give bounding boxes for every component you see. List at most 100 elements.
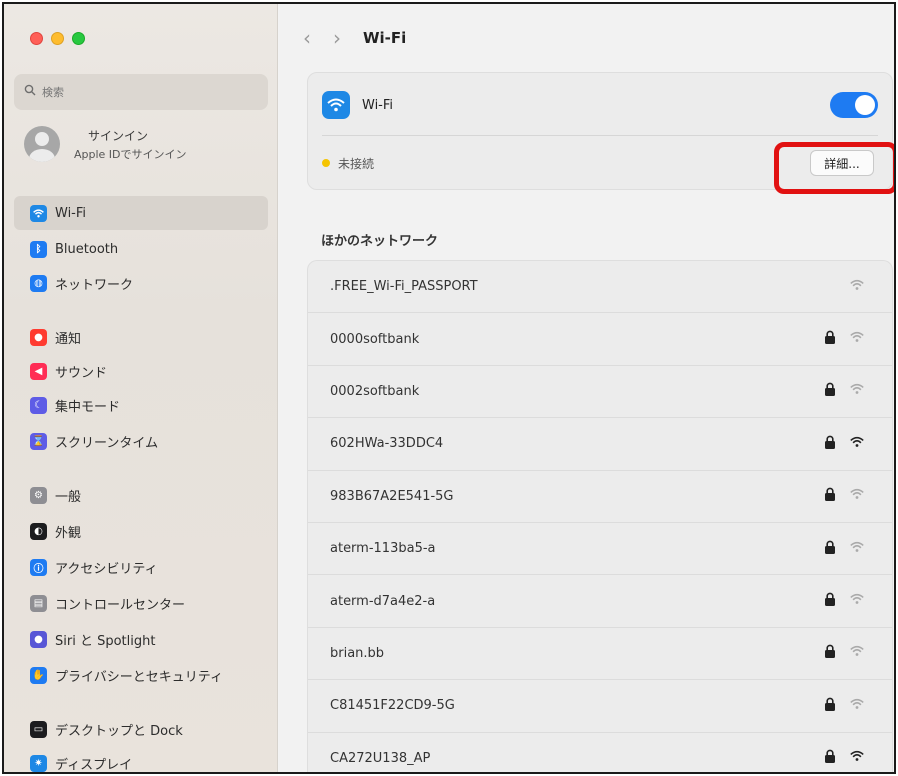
sidebar-item-label: ネットワーク	[55, 277, 134, 293]
lock-icon	[824, 435, 850, 453]
wifi-signal-icon	[850, 645, 864, 661]
sidebar-item[interactable]: ◐ 外観	[14, 514, 268, 548]
wifi-icon	[322, 91, 350, 119]
siri-icon: ●	[30, 630, 47, 648]
sidebar-item-label: Siri と Spotlight	[55, 633, 156, 649]
lock-icon	[824, 487, 850, 505]
avatar	[24, 126, 60, 162]
lock-icon	[824, 644, 850, 662]
moon-icon: ☾	[30, 396, 47, 414]
accessibility-icon: ⓘ	[30, 558, 47, 576]
sidebar-item-label: ディスプレイ	[55, 757, 133, 773]
network-row[interactable]: 0002softbank	[308, 366, 892, 419]
forward-button[interactable]: ›	[333, 26, 341, 50]
network-name: 602HWa-33DDC4	[330, 436, 444, 452]
network-row[interactable]: aterm-113ba5-a	[308, 523, 892, 576]
dock-icon: ▭	[30, 720, 47, 738]
network-name: brian.bb	[330, 645, 385, 661]
bell-icon: ●	[30, 328, 47, 346]
status-dot	[322, 159, 330, 167]
sidebar-item[interactable]: ◍ ネットワーク	[14, 266, 268, 300]
lock-icon	[824, 697, 850, 715]
network-name: 983B67A2E541-5G	[330, 488, 454, 504]
wifi-toggle-row: Wi-Fi	[322, 87, 878, 123]
sidebar-item-label: プライバシーとセキュリティ	[55, 669, 223, 685]
wifi-toggle[interactable]	[830, 92, 878, 118]
sidebar-item[interactable]: ⓘ アクセシビリティ	[14, 550, 268, 584]
sidebar-item-label: 集中モード	[55, 399, 121, 415]
details-button[interactable]: 詳細...	[810, 150, 874, 176]
network-name: 0000softbank	[330, 331, 420, 347]
apple-id-signin[interactable]: サインイン Apple IDでサインイン	[24, 126, 187, 162]
sidebar-item[interactable]: ▤ コントロールセンター	[14, 586, 268, 620]
network-row[interactable]: .FREE_Wi-Fi_PASSPORT	[308, 261, 892, 314]
wifi-icon	[30, 204, 47, 222]
network-row[interactable]: aterm-d7a4e2-a	[308, 575, 892, 628]
main-pane: ‹ › Wi-Fi Wi-Fi 未接続 詳細... ほかのネットワーク .FRE…	[279, 4, 894, 772]
connection-status-row: 未接続 詳細...	[322, 149, 878, 177]
lock-icon	[824, 592, 850, 610]
lock-icon	[824, 330, 850, 348]
hand-icon: ✋	[30, 666, 47, 684]
sun-icon: ✷	[30, 754, 47, 772]
settings-window: サインイン Apple IDでサインイン Wi-Fi ᛒ Bluetooth ◍ ネット…	[2, 2, 896, 774]
close-window-button[interactable]	[30, 32, 43, 45]
network-row[interactable]: C81451F22CD9-5G	[308, 680, 892, 733]
signin-subtitle: Apple IDでサインイン	[74, 147, 187, 161]
minimize-window-button[interactable]	[51, 32, 64, 45]
speaker-icon: ◀	[30, 362, 47, 380]
wifi-signal-icon	[850, 750, 864, 766]
network-name: .FREE_Wi-Fi_PASSPORT	[330, 279, 478, 295]
navigation-bar: ‹ › Wi-Fi	[303, 26, 406, 50]
globe-icon: ◍	[30, 274, 47, 292]
network-row[interactable]: brian.bb	[308, 628, 892, 681]
connection-status: 未接続	[338, 156, 375, 171]
network-name: aterm-113ba5-a	[330, 541, 436, 557]
wifi-signal-icon	[850, 383, 864, 399]
sidebar-item[interactable]: ◀ サウンド	[14, 354, 268, 388]
network-row[interactable]: 983B67A2E541-5G	[308, 471, 892, 523]
divider	[322, 135, 878, 136]
network-name: 0002softbank	[330, 383, 420, 399]
sidebar-item-label: スクリーンタイム	[55, 435, 159, 451]
sidebar-item-label: Bluetooth	[55, 241, 119, 257]
network-row[interactable]: 602HWa-33DDC4	[308, 418, 892, 471]
wifi-signal-icon	[850, 279, 864, 295]
network-name: CA272U138_AP	[330, 750, 431, 766]
page-title: Wi-Fi	[363, 29, 407, 47]
wifi-signal-icon	[850, 698, 864, 714]
sidebar-item[interactable]: ● 通知	[14, 320, 268, 354]
wifi-signal-icon	[850, 331, 864, 347]
sidebar-item[interactable]: ⚙ 一般	[14, 478, 268, 512]
sidebar-item[interactable]: Wi-Fi	[14, 196, 268, 230]
zoom-window-button[interactable]	[72, 32, 85, 45]
sidebar-item-label: Wi-Fi	[55, 205, 87, 221]
wifi-card: Wi-Fi 未接続 詳細...	[307, 72, 893, 190]
sidebar-item[interactable]: ▭ デスクトップと Dock	[14, 712, 268, 746]
back-button[interactable]: ‹	[303, 26, 311, 50]
sidebar: サインイン Apple IDでサインイン Wi-Fi ᛒ Bluetooth ◍ ネット…	[4, 4, 278, 772]
sidebar-item[interactable]: ⌛ スクリーンタイム	[14, 424, 268, 458]
wifi-signal-icon	[850, 541, 864, 557]
sidebar-item-label: 通知	[55, 331, 82, 347]
lock-icon	[824, 382, 850, 400]
signin-title: サインイン	[88, 128, 149, 143]
sidebar-item[interactable]: ✋ プライバシーとセキュリティ	[14, 658, 268, 692]
appearance-icon: ◐	[30, 522, 47, 540]
control-center-icon: ▤	[30, 594, 47, 612]
sidebar-item[interactable]: ✷ ディスプレイ	[14, 746, 268, 773]
window-controls	[30, 32, 85, 45]
search-input[interactable]	[42, 85, 242, 99]
sidebar-item-label: アクセシビリティ	[55, 561, 158, 577]
sidebar-item[interactable]: ● Siri と Spotlight	[14, 622, 268, 656]
network-name: C81451F22CD9-5G	[330, 698, 455, 714]
search-field[interactable]	[14, 74, 268, 110]
sidebar-item-label: 外観	[55, 525, 82, 541]
sidebar-item-label: デスクトップと Dock	[55, 723, 183, 739]
network-row[interactable]: 0000softbank	[308, 313, 892, 366]
wifi-signal-icon	[850, 436, 864, 452]
network-row[interactable]: CA272U138_AP	[308, 733, 892, 772]
sidebar-item[interactable]: ᛒ Bluetooth	[14, 232, 268, 266]
sidebar-item[interactable]: ☾ 集中モード	[14, 388, 268, 422]
network-name: aterm-d7a4e2-a	[330, 593, 436, 609]
